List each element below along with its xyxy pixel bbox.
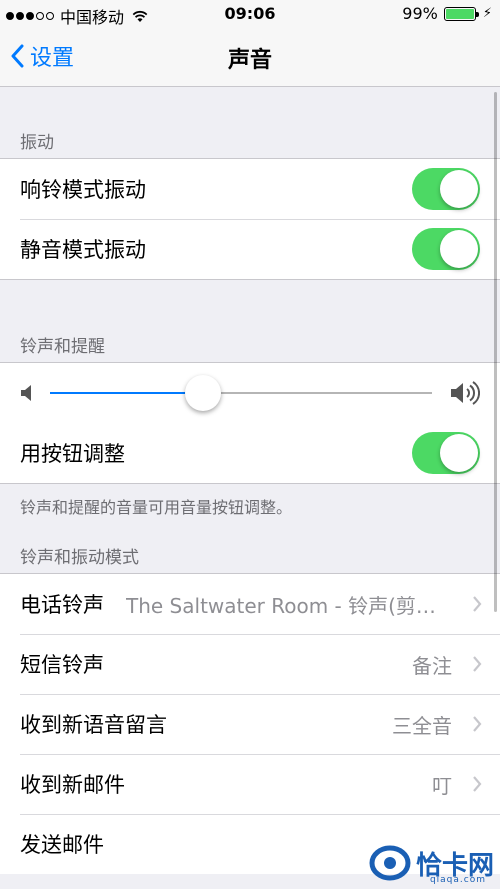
setting-row-new-mail[interactable]: 收到新邮件 叮 [0,754,500,814]
row-label: 短信铃声 [20,653,104,677]
vibrate-group: 响铃模式振动 静音模式振动 [0,158,500,280]
setting-row-text-tone[interactable]: 短信铃声 备注 [0,634,500,694]
volume-min-icon [21,385,31,401]
page-title: 声音 [227,48,272,73]
volume-slider-thumb[interactable] [184,375,221,411]
battery-fill [445,8,474,19]
watermark-logo: 恰卡网 qiaqa.com [368,843,494,885]
row-value: The Saltwater Room - 铃声(剪… [126,594,436,618]
setting-row-change-with-buttons: 用按钮调整 [0,423,500,483]
chevron-right-icon [473,656,482,672]
scrollbar[interactable] [494,92,497,612]
ringer-footnote: 铃声和提醒的音量可用音量按钮调整。 [20,498,293,517]
battery-percent: 99% [402,4,438,23]
setting-row-ringtone[interactable]: 电话铃声 The Saltwater Room - 铃声(剪… [0,574,500,634]
setting-row-new-voicemail[interactable]: 收到新语音留言 三全音 [0,694,500,754]
row-label: 电话铃声 [20,593,104,617]
change-with-buttons-toggle[interactable] [412,432,480,474]
status-bar: 中国移动 09:06 99% ⚡ [0,0,500,28]
patterns-group: 电话铃声 The Saltwater Room - 铃声(剪… 短信铃声 备注 … [0,573,500,874]
row-label: 收到新语音留言 [20,713,167,737]
battery-icon [443,6,479,21]
charging-icon: ⚡ [482,6,492,21]
section-header-ringer: 铃声和提醒 [20,337,105,357]
row-label: 响铃模式振动 [20,178,146,202]
row-label: 发送邮件 [20,833,104,857]
vibrate-on-ring-toggle[interactable] [412,168,480,210]
chevron-right-icon [473,776,482,792]
navigation-bar: 设置 声音 [0,28,500,87]
setting-row-vibrate-on-ring: 响铃模式振动 [0,159,500,219]
row-label: 收到新邮件 [20,773,125,797]
chevron-right-icon [473,716,482,732]
setting-row-vibrate-on-silent: 静音模式振动 [0,219,500,279]
watermark-icon [369,845,411,881]
vibrate-on-silent-toggle[interactable] [412,228,480,270]
chevron-right-icon [473,596,482,612]
section-header-patterns: 铃声和振动模式 [20,548,139,568]
volume-slider-fill [50,392,203,394]
ringer-group: 用按钮调整 [0,362,500,484]
row-label: 静音模式振动 [20,238,146,262]
volume-slider-row [0,363,500,423]
status-right: 99% ⚡ [402,4,492,23]
row-value: 备注 [412,654,452,678]
watermark-subtext: qiaqa.com [429,875,486,885]
volume-max-icon [451,381,480,405]
row-value: 叮 [432,774,452,798]
volume-slider[interactable] [50,375,432,411]
section-header-vibrate: 振动 [20,133,54,153]
row-value: 三全音 [392,714,452,738]
row-label: 用按钮调整 [20,442,125,466]
